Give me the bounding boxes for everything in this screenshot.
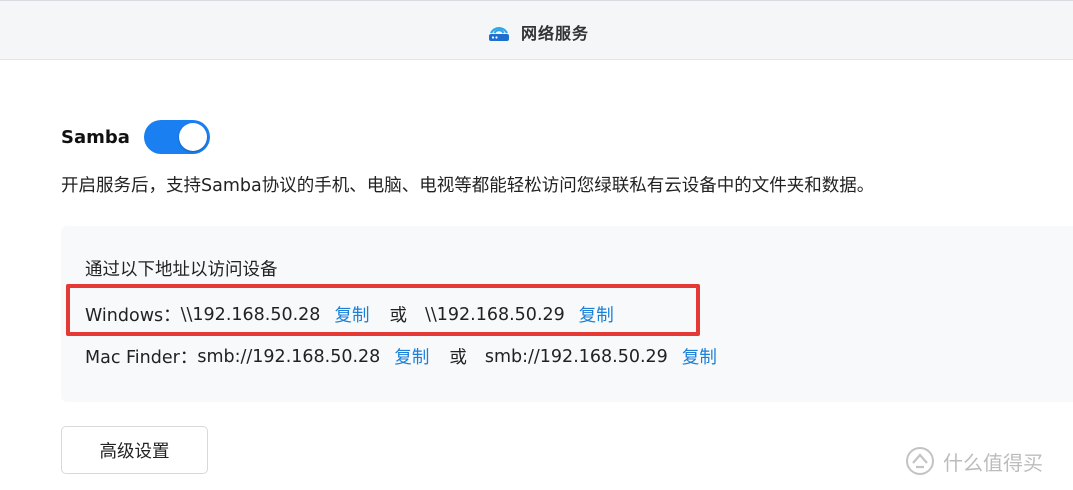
mac-address-primary: smb://192.168.50.28 bbox=[197, 346, 381, 367]
or-separator: 或 bbox=[449, 348, 467, 368]
window-title: 网络服务 bbox=[487, 19, 589, 45]
advanced-settings-button[interactable]: 高级设置 bbox=[61, 426, 208, 474]
mac-label: Mac Finder： bbox=[85, 348, 198, 368]
title-bar: 网络服务 bbox=[0, 0, 1073, 60]
mac-address-row: Mac Finder： smb://192.168.50.28 复制 或 smb… bbox=[85, 344, 717, 369]
samba-description: 开启服务后，支持Samba协议的手机、电脑、电视等都能轻松访问您绿联私有云设备中… bbox=[61, 176, 875, 196]
watermark-logo-icon bbox=[906, 447, 934, 475]
mac-address-secondary: smb://192.168.50.29 bbox=[484, 346, 668, 367]
mac-copy-secondary-link[interactable]: 复制 bbox=[682, 344, 717, 369]
access-panel-title: 通过以下地址以访问设备 bbox=[85, 260, 278, 280]
page-title: 网络服务 bbox=[521, 24, 590, 43]
network-service-icon bbox=[489, 27, 509, 41]
watermark: 什么值得买 bbox=[905, 446, 1043, 476]
samba-label: Samba bbox=[61, 126, 130, 148]
mac-copy-primary-link[interactable]: 复制 bbox=[394, 344, 429, 369]
samba-setting-row: Samba bbox=[61, 120, 210, 154]
toggle-knob bbox=[178, 123, 207, 151]
watermark-text: 什么值得买 bbox=[943, 450, 1043, 475]
windows-highlight-annotation bbox=[66, 284, 700, 336]
samba-toggle[interactable] bbox=[143, 120, 210, 154]
